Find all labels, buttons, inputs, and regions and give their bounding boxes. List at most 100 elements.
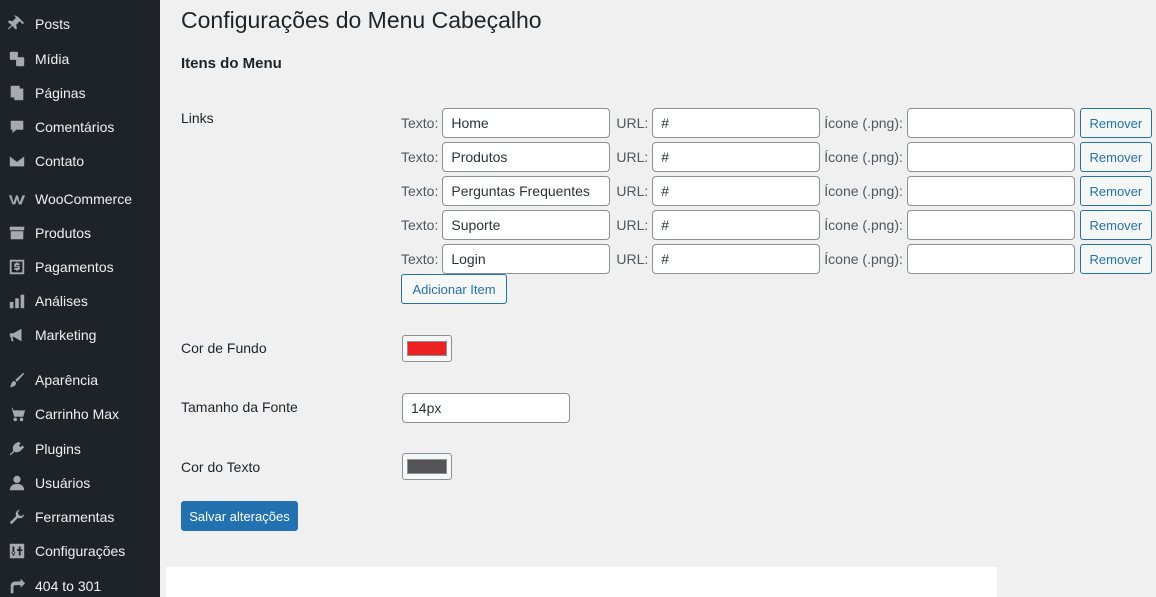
link-url-input[interactable]: # xyxy=(652,244,821,274)
sidebar-item-woocommerce[interactable]: WooCommerce xyxy=(0,182,160,216)
admin-sidebar: Posts Mídia Páginas Comentários Contato … xyxy=(0,0,160,597)
remove-button[interactable]: Remover xyxy=(1079,142,1152,172)
link-row: Texto: Home URL: # Ícone (.png): Remover xyxy=(401,108,1152,138)
redirect-icon xyxy=(7,576,27,596)
add-item-button[interactable]: Adicionar Item xyxy=(401,274,507,304)
woocommerce-icon xyxy=(7,189,27,209)
wrench-icon xyxy=(7,507,27,527)
sidebar-item-label: Carrinho Max xyxy=(35,406,120,422)
sidebar-item-label: Pagamentos xyxy=(35,259,114,275)
text-color-label: Cor do Texto xyxy=(181,459,261,475)
user-icon xyxy=(7,473,27,493)
sidebar-item-label: Comentários xyxy=(35,119,115,135)
link-text-input[interactable]: Produtos xyxy=(442,142,611,172)
link-text-input[interactable]: Home xyxy=(442,108,611,138)
text-label: Texto: xyxy=(401,115,439,131)
icon-label: Ícone (.png): xyxy=(824,183,903,199)
url-label: URL: xyxy=(616,217,649,233)
sidebar-item-label: Páginas xyxy=(35,85,86,101)
remove-button[interactable]: Remover xyxy=(1079,244,1152,274)
comment-icon xyxy=(7,117,27,137)
settings-icon xyxy=(7,541,27,561)
archive-icon xyxy=(7,223,27,243)
sidebar-item-label: 404 to 301 xyxy=(35,578,102,594)
sidebar-item-appearance[interactable]: Aparência xyxy=(0,363,160,397)
link-url-input[interactable]: # xyxy=(652,142,821,172)
font-size-label: Tamanho da Fonte xyxy=(181,399,298,415)
sidebar-item-label: Plugins xyxy=(35,441,81,457)
remove-button[interactable]: Remover xyxy=(1079,108,1152,138)
url-label: URL: xyxy=(616,115,649,131)
sidebar-item-label: Mídia xyxy=(35,51,70,67)
paintbrush-icon xyxy=(7,370,27,390)
icon-label: Ícone (.png): xyxy=(824,217,903,233)
media-icon xyxy=(7,49,27,69)
envelope-icon xyxy=(7,151,27,171)
link-text-input[interactable]: Login xyxy=(442,244,611,274)
bg-color-label: Cor de Fundo xyxy=(181,340,267,356)
sidebar-item-plugins[interactable]: Plugins xyxy=(0,432,160,466)
sidebar-item-products[interactable]: Produtos xyxy=(0,216,160,250)
pin-icon xyxy=(7,14,27,34)
link-row: Texto: Suporte URL: # Ícone (.png): Remo… xyxy=(401,210,1152,240)
sidebar-item-pages[interactable]: Páginas xyxy=(0,76,160,110)
link-url-input[interactable]: # xyxy=(652,108,821,138)
cart-icon xyxy=(7,404,27,424)
link-icon-input[interactable] xyxy=(906,176,1075,206)
url-label: URL: xyxy=(616,251,649,267)
icon-label: Ícone (.png): xyxy=(824,251,903,267)
link-text-input[interactable]: Perguntas Frequentes xyxy=(442,176,611,206)
sidebar-item-label: Posts xyxy=(35,16,71,32)
sidebar-item-settings[interactable]: Configurações xyxy=(0,534,160,568)
sidebar-item-contact[interactable]: Contato xyxy=(0,144,160,178)
icon-label: Ícone (.png): xyxy=(824,115,903,131)
link-icon-input[interactable] xyxy=(906,108,1075,138)
footer-panel xyxy=(166,567,997,597)
dollar-icon xyxy=(7,257,27,277)
remove-button[interactable]: Remover xyxy=(1079,210,1152,240)
sidebar-item-cart-max[interactable]: Carrinho Max xyxy=(0,397,160,431)
sidebar-item-marketing[interactable]: Marketing xyxy=(0,318,160,352)
sidebar-item-analytics[interactable]: Análises xyxy=(0,284,160,318)
save-button[interactable]: Salvar alterações xyxy=(181,501,298,531)
sidebar-item-comments[interactable]: Comentários xyxy=(0,110,160,144)
font-size-input[interactable]: 14px xyxy=(402,393,570,423)
sidebar-item-tools[interactable]: Ferramentas xyxy=(0,500,160,534)
link-icon-input[interactable] xyxy=(906,142,1075,172)
text-color-picker[interactable] xyxy=(402,453,452,480)
pages-icon xyxy=(7,83,27,103)
sidebar-item-label: Usuários xyxy=(35,475,91,491)
sidebar-item-label: WooCommerce xyxy=(35,191,132,207)
sidebar-item-404-to-301[interactable]: 404 to 301 xyxy=(0,569,160,597)
link-url-input[interactable]: # xyxy=(652,176,821,206)
sidebar-item-label: Produtos xyxy=(35,225,92,241)
text-color-swatch xyxy=(407,459,447,474)
sidebar-item-label: Aparência xyxy=(35,372,99,388)
sidebar-item-label: Contato xyxy=(35,153,85,169)
bg-color-swatch xyxy=(407,341,447,356)
link-url-input[interactable]: # xyxy=(652,210,821,240)
text-label: Texto: xyxy=(401,149,439,165)
text-label: Texto: xyxy=(401,217,439,233)
sidebar-item-posts[interactable]: Posts xyxy=(0,7,160,41)
remove-button[interactable]: Remover xyxy=(1079,176,1152,206)
sidebar-item-payments[interactable]: Pagamentos xyxy=(0,250,160,284)
link-text-input[interactable]: Suporte xyxy=(442,210,611,240)
page-title: Configurações do Menu Cabeçalho xyxy=(181,7,542,33)
bg-color-picker[interactable] xyxy=(402,335,452,362)
link-row: Texto: Perguntas Frequentes URL: # Ícone… xyxy=(401,176,1152,206)
sidebar-item-media[interactable]: Mídia xyxy=(0,42,160,76)
url-label: URL: xyxy=(616,183,649,199)
link-icon-input[interactable] xyxy=(906,244,1075,274)
main-content: Configurações do Menu Cabeçalho Itens do… xyxy=(160,0,1156,597)
sidebar-item-label: Análises xyxy=(35,293,88,309)
text-label: Texto: xyxy=(401,183,439,199)
link-row: Texto: Produtos URL: # Ícone (.png): Rem… xyxy=(401,142,1152,172)
sidebar-item-users[interactable]: Usuários xyxy=(0,466,160,500)
url-label: URL: xyxy=(616,149,649,165)
section-title: Itens do Menu xyxy=(181,55,282,72)
megaphone-icon xyxy=(7,325,27,345)
bar-chart-icon xyxy=(7,291,27,311)
link-icon-input[interactable] xyxy=(906,210,1075,240)
sidebar-item-label: Configurações xyxy=(35,543,126,559)
